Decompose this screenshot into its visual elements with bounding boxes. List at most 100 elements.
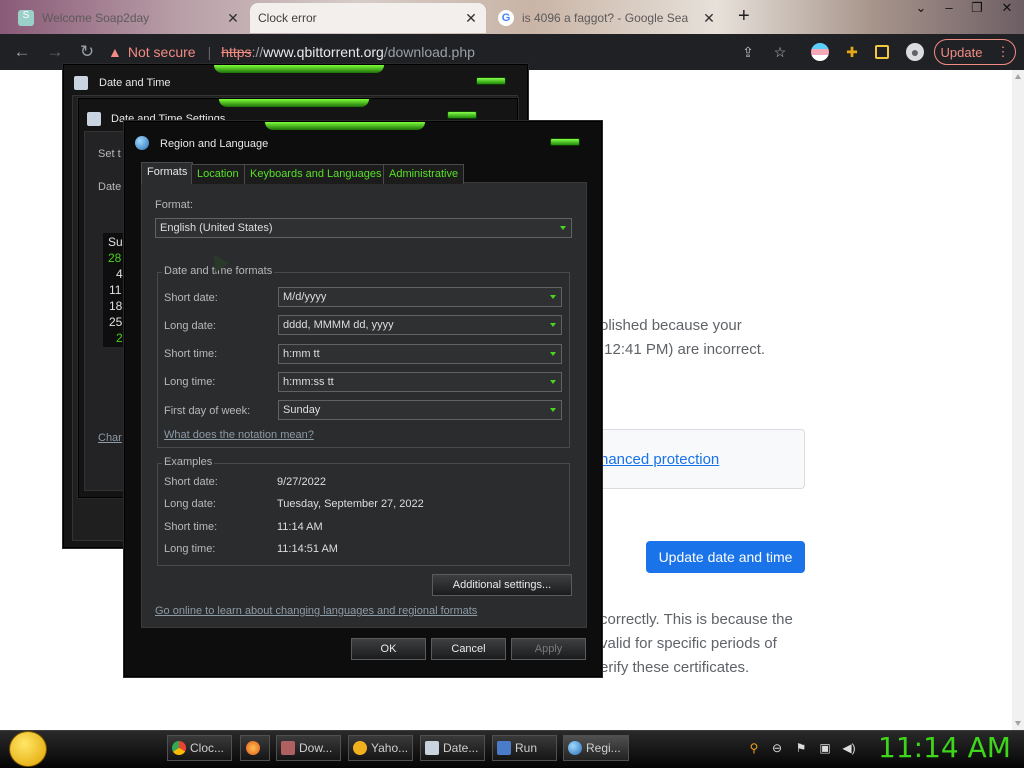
minimize-button[interactable]: – [934,0,964,22]
tab-keyboards-languages[interactable]: Keyboards and Languages [244,164,388,184]
url-path: /download.php [383,44,475,60]
date-time-icon [425,741,439,755]
globe-icon [135,136,149,150]
sidebar-panel-icon[interactable] [875,45,889,59]
taskbar-item-region[interactable]: Regi... [563,735,629,761]
taskbar-item-chrome[interactable]: Cloc... [167,735,232,761]
region-language-dialog: Region and Language Formats Location Key… [124,121,602,677]
bookmark-star-icon[interactable]: ☆ [771,43,789,61]
long-date-value: dddd, MMMM dd, yyyy [283,319,394,331]
example-label: Short date: [164,476,218,488]
explanation-text-line3: erify these certificates. [600,659,750,676]
tab-title: is 4096 a faggot? - Google Sea [522,11,689,25]
error-text-line1: olished because your [600,317,742,334]
share-icon[interactable]: ⇪ [739,43,757,61]
calendar-day[interactable]: 18 [109,299,122,313]
example-label: Short time: [164,521,218,533]
avatar-icon[interactable]: ● [906,43,924,61]
short-time-label: Short time: [164,348,218,360]
window-title: Date and Time [99,77,171,89]
error-text-line2: :12:41 PM) are incorrect. [600,341,766,358]
tab-google-search[interactable]: G is 4096 a faggot? - Google Sea ✕ [490,3,724,33]
additional-settings-button[interactable]: Additional settings... [432,574,572,596]
set-time-label: Set t [98,148,121,160]
taskbar-label: Run [515,741,538,755]
change-calendar-link[interactable]: Char [98,432,122,444]
taskbar-item-firefox[interactable] [240,735,270,761]
calendar-day[interactable]: 11 [109,283,121,297]
profile-flag-icon[interactable] [811,43,829,61]
chevron-down-icon [550,295,556,299]
calendar-day[interactable]: 4 [116,267,123,281]
format-select[interactable]: English (United States) [155,218,572,238]
calendar-header: Su [108,235,123,249]
ok-button[interactable]: OK [351,638,426,660]
calendar-day[interactable]: 28 [108,251,121,265]
reload-icon[interactable]: ↻ [76,41,98,63]
globe-icon [568,741,582,755]
tab-search-button[interactable]: ⌄ [906,0,936,22]
examples-label: Examples [162,456,215,468]
volume-icon[interactable]: ◀) [842,741,856,755]
short-time-value: h:mm tt [283,348,320,360]
search-icon[interactable]: ⚲ [747,741,761,755]
format-label: Format: [155,199,193,211]
close-window-button[interactable]: ✕ [992,0,1022,22]
security-warning[interactable]: Not secure [128,44,196,60]
close-button[interactable] [476,77,506,85]
example-value: 9/27/2022 [277,476,326,488]
maximize-button[interactable]: ❐ [962,0,992,22]
long-date-select[interactable]: dddd, MMMM dd, yyyy [278,315,562,335]
cancel-button[interactable]: Cancel [431,638,506,660]
more-menu-icon: ⋮ [996,44,1010,59]
back-arrow-icon[interactable]: ← [11,41,33,63]
minus-circle-icon[interactable]: ⊖ [770,741,784,755]
soap2day-favicon-icon: S [18,10,34,26]
tab-formats[interactable]: Formats [141,162,194,184]
update-label: Update [940,44,983,60]
calendar[interactable]: Su 28 4 11 18 25 2 [103,233,125,347]
tab-title: Welcome Soap2day [42,11,150,25]
page-scrollbar[interactable] [1012,70,1024,730]
short-date-select[interactable]: M/d/yyyy [278,287,562,307]
tab-location[interactable]: Location [191,164,245,184]
calendar-day[interactable]: 2 [116,331,123,345]
update-date-time-button[interactable]: Update date and time [646,541,805,573]
taskbar-item-downloads[interactable]: Dow... [276,735,341,761]
new-tab-button[interactable]: + [738,5,750,28]
close-button[interactable] [550,138,580,146]
long-time-select[interactable]: h:mm:ss tt [278,372,562,392]
enhanced-protection-link[interactable]: hanced protection [600,451,719,468]
first-day-select[interactable]: Sunday [278,400,562,420]
network-icon[interactable]: ▣ [818,741,832,755]
close-button[interactable] [447,111,477,119]
calendar-day[interactable]: 25 [109,315,122,329]
taskbar-item-date[interactable]: Date... [420,735,485,761]
taskbar-label: Yaho... [371,741,409,755]
explanation-text-line1: correctly. This is because the [600,611,793,628]
online-help-link[interactable]: Go online to learn about changing langua… [155,605,477,617]
chrome-icon [172,741,186,755]
forward-arrow-icon[interactable]: → [44,41,66,63]
short-time-select[interactable]: h:mm tt [278,344,562,364]
calendar-icon [87,112,101,126]
start-button-smiley-icon[interactable] [9,731,47,767]
tab-administrative[interactable]: Administrative [383,164,465,184]
close-tab-icon[interactable]: ✕ [464,10,478,27]
action-center-flag-icon[interactable]: ⚑ [794,741,808,755]
close-tab-icon[interactable]: ✕ [226,10,240,27]
taskbar-label: Date... [443,741,479,755]
tab-clock-error[interactable]: Clock error ✕ [250,3,486,33]
tab-soap2day[interactable]: S Welcome Soap2day ✕ [10,3,248,33]
short-date-label: Short date: [164,292,218,304]
address-bar[interactable]: ▲ Not secure | https://www.qbittorrent.o… [108,40,728,64]
apply-button[interactable]: Apply [511,638,586,660]
update-button[interactable]: Update ⋮ [934,39,1016,65]
close-tab-icon[interactable]: ✕ [702,10,716,27]
taskbar-item-run[interactable]: Run [492,735,557,761]
taskbar-item-yahoo[interactable]: Yaho... [348,735,413,761]
taskbar-clock[interactable]: 11:14 AM [878,731,1011,764]
extensions-puzzle-icon[interactable]: ✚ [843,43,861,61]
first-day-value: Sunday [283,404,321,416]
notation-help-link[interactable]: What does the notation mean? [164,429,314,441]
